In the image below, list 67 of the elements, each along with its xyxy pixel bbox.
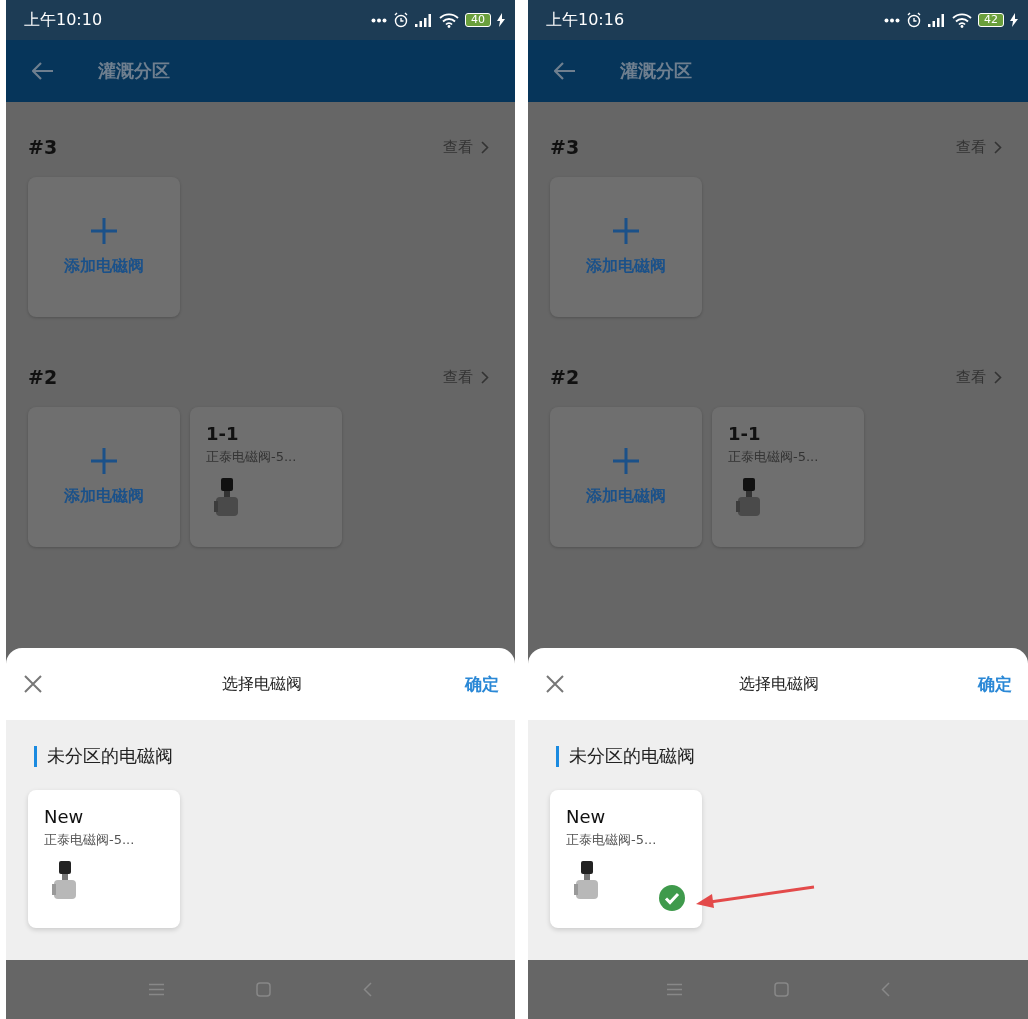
plus-icon — [613, 217, 639, 244]
menu-icon[interactable] — [666, 983, 682, 996]
zone-title: #2 — [28, 366, 58, 388]
valve-drawing — [52, 861, 78, 901]
close-icon[interactable] — [24, 675, 42, 693]
valve-model: 正泰电磁阀-5... — [728, 448, 819, 466]
menu-icon[interactable] — [149, 983, 164, 996]
valve-card[interactable]: New 正泰电磁阀-5... — [28, 790, 180, 928]
chevron-right-icon — [994, 140, 1002, 154]
chevron-right-icon — [481, 370, 489, 384]
charging-bolt-icon — [497, 13, 505, 27]
zone-title: #3 — [28, 136, 58, 158]
close-icon[interactable] — [546, 675, 564, 693]
alarm-clock-icon — [393, 12, 409, 28]
back-chevron-icon[interactable] — [880, 982, 890, 997]
zone-title: #2 — [550, 366, 580, 388]
valve-name: 1-1 — [206, 423, 239, 444]
valve-drawing — [736, 478, 762, 518]
confirm-button[interactable]: 确定 — [465, 672, 499, 696]
section-title: 未分区的电磁阀 — [47, 744, 173, 768]
valve-drawing — [574, 861, 600, 901]
status-time: 上午10:16 — [546, 9, 625, 31]
add-valve-button[interactable]: 添加电磁阀 — [28, 177, 180, 317]
page-title: 灌溉分区 — [98, 59, 170, 83]
back-chevron-icon[interactable] — [363, 982, 372, 997]
valve-model: 正泰电磁阀-5... — [206, 448, 297, 466]
sheet-title: 选择电磁阀 — [739, 673, 819, 695]
plus-icon — [91, 447, 117, 474]
page-title: 灌溉分区 — [620, 59, 692, 83]
wifi-icon — [439, 12, 459, 28]
valve-card[interactable]: 1-1 正泰电磁阀-5... — [190, 407, 342, 547]
more-dots-icon — [884, 17, 900, 23]
add-valve-button[interactable]: 添加电磁阀 — [28, 407, 180, 547]
home-square-icon[interactable] — [256, 982, 271, 997]
chevron-right-icon — [481, 140, 489, 154]
signal-icon — [928, 13, 946, 27]
valve-card[interactable]: New 正泰电磁阀-5... — [550, 790, 702, 928]
accent-bar — [34, 745, 37, 767]
charging-bolt-icon — [1010, 13, 1018, 27]
confirm-button[interactable]: 确定 — [978, 672, 1012, 696]
section-title: 未分区的电磁阀 — [569, 744, 695, 768]
alarm-clock-icon — [906, 12, 922, 28]
status-time: 上午10:10 — [24, 9, 103, 31]
wifi-icon — [952, 12, 972, 28]
valve-model: 正泰电磁阀-5... — [566, 831, 657, 849]
accent-bar — [556, 745, 559, 767]
sheet-title: 选择电磁阀 — [221, 673, 302, 695]
valve-card[interactable]: 1-1 正泰电磁阀-5... — [712, 407, 864, 547]
check-circle-icon — [659, 885, 685, 911]
signal-icon — [415, 13, 433, 27]
add-valve-button[interactable]: 添加电磁阀 — [550, 177, 702, 317]
plus-icon — [613, 447, 639, 474]
back-arrow-icon[interactable] — [32, 62, 54, 80]
valve-drawing — [214, 478, 240, 518]
valve-model: 正泰电磁阀-5... — [44, 831, 135, 849]
valve-name: New — [566, 806, 606, 827]
home-square-icon[interactable] — [773, 982, 789, 997]
plus-icon — [91, 217, 117, 244]
battery-indicator: 42 — [978, 13, 1004, 27]
zone-title: #3 — [550, 136, 580, 158]
back-arrow-icon[interactable] — [554, 62, 576, 80]
more-dots-icon — [371, 17, 387, 23]
valve-name: New — [44, 806, 84, 827]
battery-indicator: 40 — [465, 13, 491, 27]
add-valve-button[interactable]: 添加电磁阀 — [550, 407, 702, 547]
chevron-right-icon — [994, 370, 1002, 384]
valve-name: 1-1 — [728, 423, 761, 444]
